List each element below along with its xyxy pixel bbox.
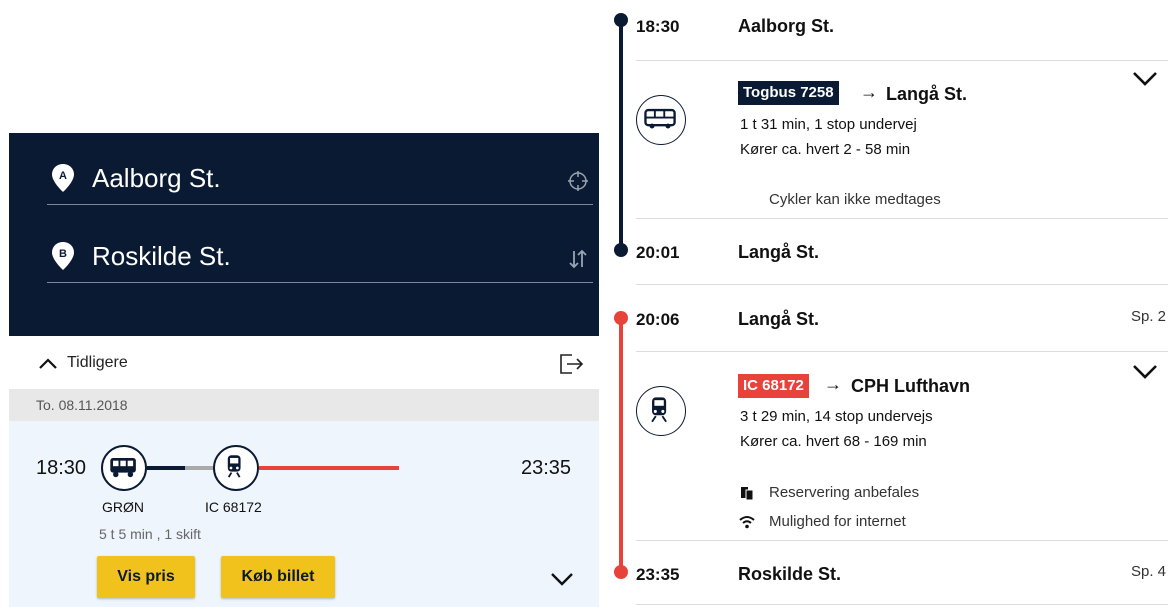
- leg-frequency: Kører ca. hvert 68 - 169 min: [740, 433, 927, 450]
- track-number: Sp. 2: [1130, 308, 1166, 325]
- earlier-link[interactable]: Tidligere: [67, 354, 128, 372]
- divider: [636, 540, 1168, 541]
- leg-destination: Langå St.: [886, 84, 968, 104]
- divider: [636, 218, 1168, 219]
- stop-dot: [614, 311, 628, 325]
- chevron-up-icon[interactable]: [37, 355, 59, 371]
- track-number: Sp. 4: [1130, 563, 1166, 580]
- bus-segment: [147, 466, 185, 470]
- stop-name: Langå St.: [738, 242, 820, 262]
- bus-route-line: [619, 20, 623, 250]
- bus-icon: [644, 108, 676, 129]
- svg-text:B: B: [59, 248, 67, 260]
- train-circle: [213, 445, 259, 491]
- exit-icon[interactable]: [558, 352, 584, 376]
- show-price-button[interactable]: Vis pris: [97, 556, 195, 598]
- trip-summary: 5 t 5 min , 1 skift: [99, 526, 201, 542]
- wifi-icon: [739, 516, 755, 529]
- departure-time: 18:30: [36, 457, 87, 479]
- leg-label-bus: GRØN: [102, 499, 144, 515]
- chevron-down-icon[interactable]: [1131, 70, 1159, 88]
- date-header: To. 08.11.2018: [9, 389, 599, 421]
- chevron-down-icon[interactable]: [549, 571, 575, 587]
- leg-destination: CPH Lufthavn: [851, 376, 970, 396]
- line-badge-train: IC 68172: [738, 374, 809, 398]
- transfer-segment: [185, 466, 213, 470]
- trip-card[interactable]: 18:30 23:35 GRØN IC 68172 5 t 5 min , 1 …: [9, 421, 599, 607]
- stop-name: Aalborg St.: [738, 16, 835, 36]
- buy-ticket-button[interactable]: Køb billet: [221, 556, 335, 598]
- stop-time: 18:30: [636, 17, 680, 36]
- arrow: →: [824, 374, 842, 394]
- bike-note: Cykler kan ikke medtages: [769, 191, 941, 208]
- chevron-down-icon[interactable]: [1131, 363, 1159, 381]
- stop-name: Langå St.: [738, 309, 820, 329]
- date-label: To. 08.11.2018: [36, 397, 128, 413]
- leg-duration: 3 t 29 min, 14 stop undervejs: [740, 408, 933, 425]
- search-panel: A Aalborg St. B Roskilde St.: [9, 133, 599, 336]
- from-station: Aalborg St.: [92, 163, 221, 193]
- line-badge-bus: Togbus 7258: [738, 81, 839, 105]
- train-route-line: [619, 318, 623, 572]
- swap-arrows-icon[interactable]: [567, 248, 589, 270]
- stop-time: 20:01: [636, 243, 680, 262]
- leg-label-train: IC 68172: [205, 499, 262, 515]
- bus-circle: [101, 445, 147, 491]
- bus-mode-circle: [636, 95, 686, 145]
- divider: [636, 351, 1168, 352]
- to-field[interactable]: B Roskilde St.: [47, 211, 593, 283]
- divider: [636, 604, 1168, 605]
- svg-text:A: A: [59, 170, 67, 182]
- reservation-note: Reservering anbefales: [769, 484, 920, 501]
- stop-dot: [614, 243, 628, 257]
- train-segment: [259, 466, 399, 470]
- train-icon: [651, 397, 667, 423]
- internet-note: Mulighed for internet: [769, 513, 906, 530]
- stop-name: Roskilde St.: [738, 564, 842, 584]
- divider: [636, 60, 1168, 61]
- arrow: →: [860, 82, 878, 102]
- stop-dot: [614, 13, 628, 27]
- crosshair-icon[interactable]: [567, 170, 589, 192]
- leg-duration: 1 t 31 min, 1 stop undervej: [740, 116, 917, 133]
- train-mode-circle: [636, 386, 686, 436]
- location-pin-a-icon: A: [52, 164, 74, 192]
- stop-dot: [614, 565, 628, 579]
- bus-icon: [110, 457, 136, 478]
- stop-time: 20:06: [636, 310, 680, 329]
- leg-frequency: Kører ca. hvert 2 - 58 min: [740, 141, 911, 158]
- arrival-time: 23:35: [521, 457, 572, 479]
- location-pin-b-icon: B: [52, 242, 74, 270]
- earlier-bar: Tidligere: [9, 337, 599, 389]
- to-station: Roskilde St.: [92, 241, 231, 271]
- from-field[interactable]: A Aalborg St.: [47, 133, 593, 205]
- train-icon: [227, 455, 241, 478]
- stop-time: 23:35: [636, 565, 680, 584]
- divider: [636, 284, 1168, 285]
- reservation-icon: [741, 487, 754, 501]
